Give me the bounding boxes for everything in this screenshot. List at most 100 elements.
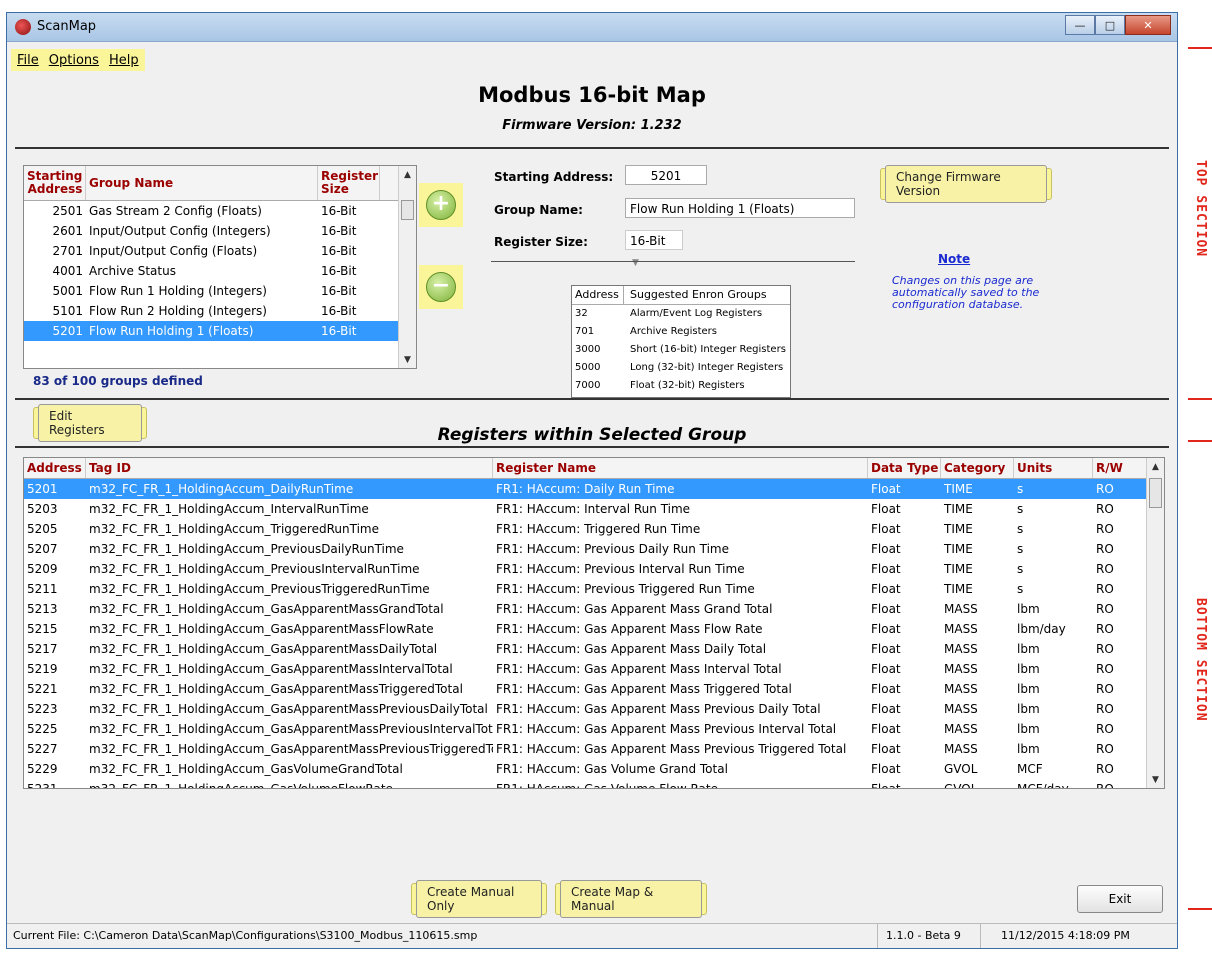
reg-tag-id: m32_FC_FR_1_HoldingAccum_GasVolumeFlowRa… bbox=[89, 782, 393, 789]
add-group-button[interactable]: + bbox=[419, 183, 463, 227]
group-name-field[interactable]: Flow Run Holding 1 (Floats) bbox=[625, 198, 855, 218]
reg-data-type: Float bbox=[871, 662, 901, 676]
registers-scrollbar[interactable]: ▲ ▼ bbox=[1146, 458, 1164, 788]
menu-file[interactable]: File bbox=[17, 53, 39, 68]
col-rw[interactable]: R/W bbox=[1093, 458, 1152, 478]
registers-table[interactable]: Address Tag ID Register Name Data Type C… bbox=[23, 457, 1165, 789]
reg-data-type: Float bbox=[871, 542, 901, 556]
register-row[interactable]: 5221 m32_FC_FR_1_HoldingAccum_GasApparent… bbox=[24, 679, 1164, 699]
reg-rw: RO bbox=[1096, 602, 1114, 616]
registers-body: 5201 m32_FC_FR_1_HoldingAccum_DailyRunTim… bbox=[24, 479, 1164, 789]
register-row[interactable]: 5201 m32_FC_FR_1_HoldingAccum_DailyRunTim… bbox=[24, 479, 1164, 499]
register-row[interactable]: 5213 m32_FC_FR_1_HoldingAccum_GasApparent… bbox=[24, 599, 1164, 619]
groups-table[interactable]: Starting Address Group Name Register Siz… bbox=[23, 165, 417, 369]
group-size: 16-Bit bbox=[321, 304, 357, 318]
col-data-type[interactable]: Data Type bbox=[868, 458, 941, 478]
reg-address: 5221 bbox=[27, 682, 58, 696]
minimize-icon[interactable]: — bbox=[1065, 15, 1095, 35]
col-category[interactable]: Category bbox=[941, 458, 1014, 478]
starting-address-field[interactable]: 5201 bbox=[625, 165, 707, 185]
group-row[interactable]: 5101 Flow Run 2 Holding (Integers) 16-Bit bbox=[24, 301, 416, 321]
reg-tag-id: m32_FC_FR_1_HoldingAccum_IntervalRunTime bbox=[89, 502, 369, 516]
reg-units: s bbox=[1017, 562, 1024, 576]
reg-units: lbm bbox=[1017, 662, 1040, 676]
remove-group-button[interactable]: − bbox=[419, 265, 463, 309]
maximize-icon[interactable]: □ bbox=[1095, 15, 1125, 35]
register-row[interactable]: 5215 m32_FC_FR_1_HoldingAccum_GasApparent… bbox=[24, 619, 1164, 639]
group-row[interactable]: 2601 Input/Output Config (Integers) 16-Bit bbox=[24, 221, 416, 241]
group-row[interactable]: 5001 Flow Run 1 Holding (Integers) 16-Bit bbox=[24, 281, 416, 301]
reg-rw: RO bbox=[1096, 722, 1114, 736]
register-row[interactable]: 5211 m32_FC_FR_1_HoldingAccum_PreviousTri… bbox=[24, 579, 1164, 599]
group-row[interactable]: 2701 Input/Output Config (Floats) 16-Bit bbox=[24, 241, 416, 261]
scroll-up-icon[interactable]: ▲ bbox=[399, 166, 416, 183]
reg-units: lbm/day bbox=[1017, 622, 1066, 636]
menu-help[interactable]: Help bbox=[109, 53, 139, 68]
reg-address: 5215 bbox=[27, 622, 58, 636]
register-row[interactable]: 5225 m32_FC_FR_1_HoldingAccum_GasApparent… bbox=[24, 719, 1164, 739]
reg-units: lbm bbox=[1017, 602, 1040, 616]
enron-row: 7000 Float (32-bit) Registers bbox=[572, 377, 790, 395]
create-map-manual-label: Create Map & Manual bbox=[560, 880, 702, 918]
close-icon[interactable]: ✕ bbox=[1125, 15, 1171, 35]
scroll-thumb[interactable] bbox=[401, 200, 414, 220]
scroll-down-icon[interactable]: ▼ bbox=[1147, 771, 1164, 788]
register-row[interactable]: 5223 m32_FC_FR_1_HoldingAccum_GasApparent… bbox=[24, 699, 1164, 719]
reg-name: FR1: HAccum: Gas Apparent Mass Previous … bbox=[496, 702, 821, 716]
note-heading: Note bbox=[938, 252, 971, 266]
col-register-size[interactable]: Register Size bbox=[318, 166, 380, 200]
enron-group-name: Alarm/Event Log Registers bbox=[630, 308, 763, 319]
app-icon bbox=[15, 19, 31, 35]
exit-button[interactable]: Exit bbox=[1077, 885, 1163, 913]
create-map-manual-button[interactable]: Create Map & Manual bbox=[555, 880, 707, 918]
register-row[interactable]: 5231 m32_FC_FR_1_HoldingAccum_GasVolumeFl… bbox=[24, 779, 1164, 789]
scroll-down-icon[interactable]: ▼ bbox=[399, 351, 416, 368]
groups-scrollbar[interactable]: ▲ ▼ bbox=[398, 166, 416, 368]
register-row[interactable]: 5219 m32_FC_FR_1_HoldingAccum_GasApparent… bbox=[24, 659, 1164, 679]
scroll-up-icon[interactable]: ▲ bbox=[1147, 458, 1164, 475]
register-row[interactable]: 5217 m32_FC_FR_1_HoldingAccum_GasApparent… bbox=[24, 639, 1164, 659]
group-name-label: Group Name: bbox=[494, 203, 583, 217]
register-row[interactable]: 5209 m32_FC_FR_1_HoldingAccum_PreviousInt… bbox=[24, 559, 1164, 579]
reg-category: GVOL bbox=[944, 762, 978, 776]
reg-rw: RO bbox=[1096, 542, 1114, 556]
group-row[interactable]: 2501 Gas Stream 2 Config (Floats) 16-Bit bbox=[24, 201, 416, 221]
register-size-select[interactable]: 16-Bit ▼ bbox=[625, 230, 683, 268]
reg-tag-id: m32_FC_FR_1_HoldingAccum_GasApparentMass… bbox=[89, 662, 453, 676]
reg-tag-id: m32_FC_FR_1_HoldingAccum_GasApparentMass… bbox=[89, 722, 493, 736]
reg-units: lbm bbox=[1017, 722, 1040, 736]
reg-rw: RO bbox=[1096, 742, 1114, 756]
col-register-name[interactable]: Register Name bbox=[493, 458, 868, 478]
col-tag-id[interactable]: Tag ID bbox=[86, 458, 493, 478]
reg-address: 5211 bbox=[27, 582, 58, 596]
reg-name: FR1: HAccum: Gas Apparent Mass Daily Tot… bbox=[496, 642, 767, 656]
group-address: 2601 bbox=[52, 224, 83, 238]
change-firmware-label: Change Firmware Version bbox=[885, 165, 1047, 203]
group-row[interactable]: 5201 Flow Run Holding 1 (Floats) 16-Bit bbox=[24, 321, 416, 341]
scroll-thumb[interactable] bbox=[1149, 478, 1162, 508]
reg-data-type: Float bbox=[871, 502, 901, 516]
col-group-name[interactable]: Group Name bbox=[86, 166, 318, 200]
col-starting-address[interactable]: Starting Address bbox=[24, 166, 86, 200]
menu-options[interactable]: Options bbox=[49, 53, 99, 68]
register-row[interactable]: 5227 m32_FC_FR_1_HoldingAccum_GasApparent… bbox=[24, 739, 1164, 759]
reg-tag-id: m32_FC_FR_1_HoldingAccum_PreviousInterva… bbox=[89, 562, 420, 576]
col-address[interactable]: Address bbox=[24, 458, 86, 478]
status-datetime: 11/12/2015 4:18:09 PM bbox=[1001, 929, 1130, 942]
divider-top bbox=[15, 147, 1169, 149]
reg-category: MASS bbox=[944, 702, 978, 716]
bottom-section-label: BOTTOM SECTION bbox=[1193, 598, 1208, 722]
register-row[interactable]: 5229 m32_FC_FR_1_HoldingAccum_GasVolumeGr… bbox=[24, 759, 1164, 779]
register-row[interactable]: 5207 m32_FC_FR_1_HoldingAccum_PreviousDai… bbox=[24, 539, 1164, 559]
register-row[interactable]: 5205 m32_FC_FR_1_HoldingAccum_TriggeredRu… bbox=[24, 519, 1164, 539]
title-bar[interactable]: ScanMap — □ ✕ bbox=[7, 13, 1177, 42]
group-name: Input/Output Config (Floats) bbox=[89, 244, 258, 258]
create-manual-button[interactable]: Create Manual Only bbox=[411, 880, 547, 918]
change-firmware-button[interactable]: Change Firmware Version bbox=[880, 165, 1052, 203]
status-version: 1.1.0 - Beta 9 bbox=[877, 924, 981, 948]
group-row[interactable]: 4001 Archive Status 16-Bit bbox=[24, 261, 416, 281]
reg-category: MASS bbox=[944, 722, 978, 736]
register-row[interactable]: 5203 m32_FC_FR_1_HoldingAccum_IntervalRun… bbox=[24, 499, 1164, 519]
groups-header: Starting Address Group Name Register Siz… bbox=[24, 166, 416, 201]
col-units[interactable]: Units bbox=[1014, 458, 1093, 478]
